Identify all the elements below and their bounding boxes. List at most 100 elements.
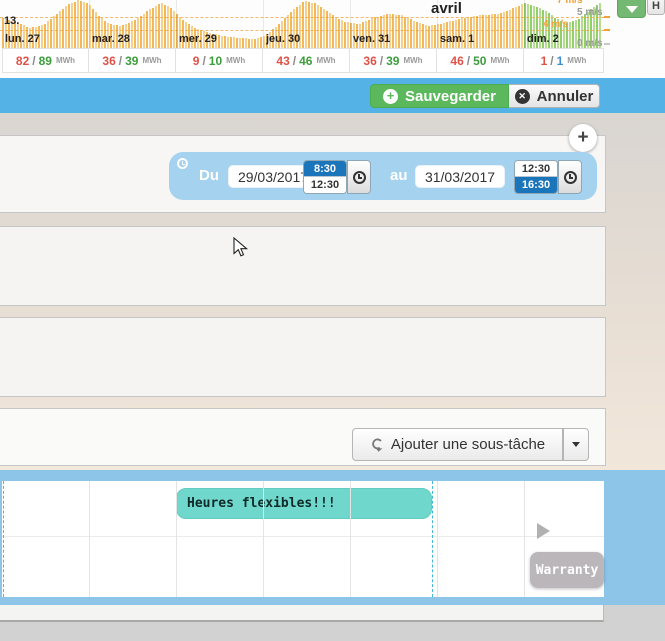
chart-bar bbox=[569, 22, 571, 48]
add-period-button[interactable]: + bbox=[569, 124, 597, 152]
axis-tick bbox=[604, 16, 610, 18]
add-subtask-label: Ajouter une sous-tâche bbox=[391, 436, 545, 453]
add-subtask-dropdown-button[interactable] bbox=[563, 428, 589, 461]
chart-bar bbox=[395, 15, 397, 48]
edit-toolbar: + Sauvegarder ✕ Annuler bbox=[0, 78, 665, 113]
day-label: mar. 28 bbox=[92, 33, 130, 45]
mwh-value: / bbox=[32, 54, 35, 68]
chart-bar bbox=[251, 39, 253, 48]
from-time-picker-button[interactable] bbox=[347, 160, 371, 194]
mwh-value: 43 bbox=[276, 54, 289, 68]
mwh-value: / bbox=[119, 54, 122, 68]
add-subtask-button[interactable]: Ajouter une sous-tâche bbox=[352, 428, 563, 461]
chart-bar bbox=[137, 18, 139, 48]
mwh-value: 9 bbox=[193, 54, 200, 68]
milestone-arrow-icon[interactable] bbox=[537, 523, 550, 539]
to-time-option-top[interactable]: 12:30 bbox=[515, 161, 557, 177]
chart-bar bbox=[140, 16, 142, 48]
cancel-button-label: Annuler bbox=[537, 88, 594, 105]
chart-bar bbox=[404, 17, 406, 48]
from-time-stepper[interactable]: 8:30 12:30 bbox=[303, 160, 347, 194]
chart-bar bbox=[314, 3, 316, 48]
chart-bar bbox=[80, 1, 82, 48]
chart-bar bbox=[572, 21, 574, 48]
day-label: jeu. 30 bbox=[266, 33, 300, 45]
subtask-arrow-icon bbox=[370, 438, 384, 452]
from-time-option-top[interactable]: 8:30 bbox=[304, 161, 346, 177]
h-mode-button[interactable]: H bbox=[647, 0, 665, 15]
chart-bar bbox=[401, 15, 403, 48]
day-separator bbox=[437, 0, 438, 48]
chart-bar bbox=[239, 38, 241, 48]
from-time-option-bottom[interactable]: 12:30 bbox=[304, 177, 346, 193]
chart-bar bbox=[512, 8, 514, 48]
chart-bar bbox=[161, 3, 163, 48]
warranty-tag[interactable]: Warranty bbox=[530, 552, 604, 588]
chart-bar bbox=[485, 15, 487, 48]
chart-bar bbox=[71, 3, 73, 48]
date-range-control: Du 8:30 12:30 au 12:30 16:30 bbox=[169, 152, 597, 200]
chart-bar bbox=[482, 15, 484, 48]
to-time-option-bottom[interactable]: 16:30 bbox=[515, 177, 557, 193]
chart-bar bbox=[419, 23, 421, 48]
wind-speed-label: 5 m/s bbox=[577, 7, 603, 18]
day-label: dim. 2 bbox=[527, 33, 559, 45]
to-time-picker-button[interactable] bbox=[558, 160, 582, 194]
chart-bar bbox=[488, 15, 490, 48]
mwh-value: 50 bbox=[473, 54, 486, 68]
selection-guide-line bbox=[432, 481, 433, 597]
day-separator bbox=[350, 0, 351, 48]
chart-bar bbox=[50, 19, 52, 48]
chart-bar bbox=[431, 25, 433, 48]
axis-tick bbox=[604, 43, 610, 45]
day-separator bbox=[176, 0, 177, 48]
clock-icon bbox=[353, 171, 366, 184]
chart-bar bbox=[497, 14, 499, 48]
gantt-column-line bbox=[437, 481, 438, 597]
chart-bar bbox=[254, 39, 256, 48]
mwh-value: MWh bbox=[316, 56, 335, 65]
daily-mwh-cell: 1/1MWh bbox=[524, 48, 604, 73]
save-button-label: Sauvegarder bbox=[405, 88, 496, 105]
mwh-value: 10 bbox=[209, 54, 222, 68]
mwh-value: / bbox=[202, 54, 205, 68]
from-label: Du bbox=[199, 167, 219, 184]
mwh-value: / bbox=[380, 54, 383, 68]
selection-guide-line bbox=[3, 481, 4, 597]
bottom-scroll-strip[interactable] bbox=[0, 605, 604, 622]
gantt-column-line bbox=[524, 481, 525, 597]
gantt-task-bar[interactable]: Heures flexibles!!! bbox=[176, 488, 432, 519]
chart-bar bbox=[335, 17, 337, 48]
cancel-button[interactable]: ✕ Annuler bbox=[509, 84, 600, 108]
collapse-chart-button[interactable] bbox=[617, 0, 646, 18]
day-label: ven. 31 bbox=[353, 33, 390, 45]
mwh-value: 36 bbox=[102, 54, 115, 68]
day-separator bbox=[89, 0, 90, 48]
save-button[interactable]: + Sauvegarder bbox=[370, 84, 509, 108]
gantt-column-line bbox=[176, 481, 177, 597]
to-date-input[interactable] bbox=[415, 165, 505, 188]
day-separator bbox=[263, 0, 264, 48]
warranty-tag-label: Warranty bbox=[536, 563, 599, 578]
gantt-column-line bbox=[89, 481, 90, 597]
mwh-value: 46 bbox=[299, 54, 312, 68]
daily-mwh-cell: 9/10MWh bbox=[176, 48, 263, 73]
chart-bar bbox=[521, 4, 523, 48]
chart-bar bbox=[323, 9, 325, 48]
chart-bar bbox=[77, 0, 79, 48]
axis-tick bbox=[604, 29, 610, 31]
planning-app-window: 13. avril lun. 27mar. 28mer. 29jeu. 30ve… bbox=[0, 0, 665, 641]
chart-bar bbox=[65, 6, 67, 48]
chart-bar bbox=[152, 8, 154, 48]
chart-bar bbox=[164, 5, 166, 48]
save-plus-icon: + bbox=[383, 89, 398, 104]
to-time-stepper[interactable]: 12:30 16:30 bbox=[514, 160, 558, 194]
chart-bar bbox=[494, 14, 496, 48]
chart-bar bbox=[320, 7, 322, 48]
mwh-value: / bbox=[293, 54, 296, 68]
chart-bar bbox=[44, 24, 46, 48]
chart-bar bbox=[317, 5, 319, 48]
chart-bar bbox=[407, 18, 409, 48]
gantt-row-divider bbox=[2, 536, 604, 537]
chart-bar bbox=[221, 36, 223, 48]
